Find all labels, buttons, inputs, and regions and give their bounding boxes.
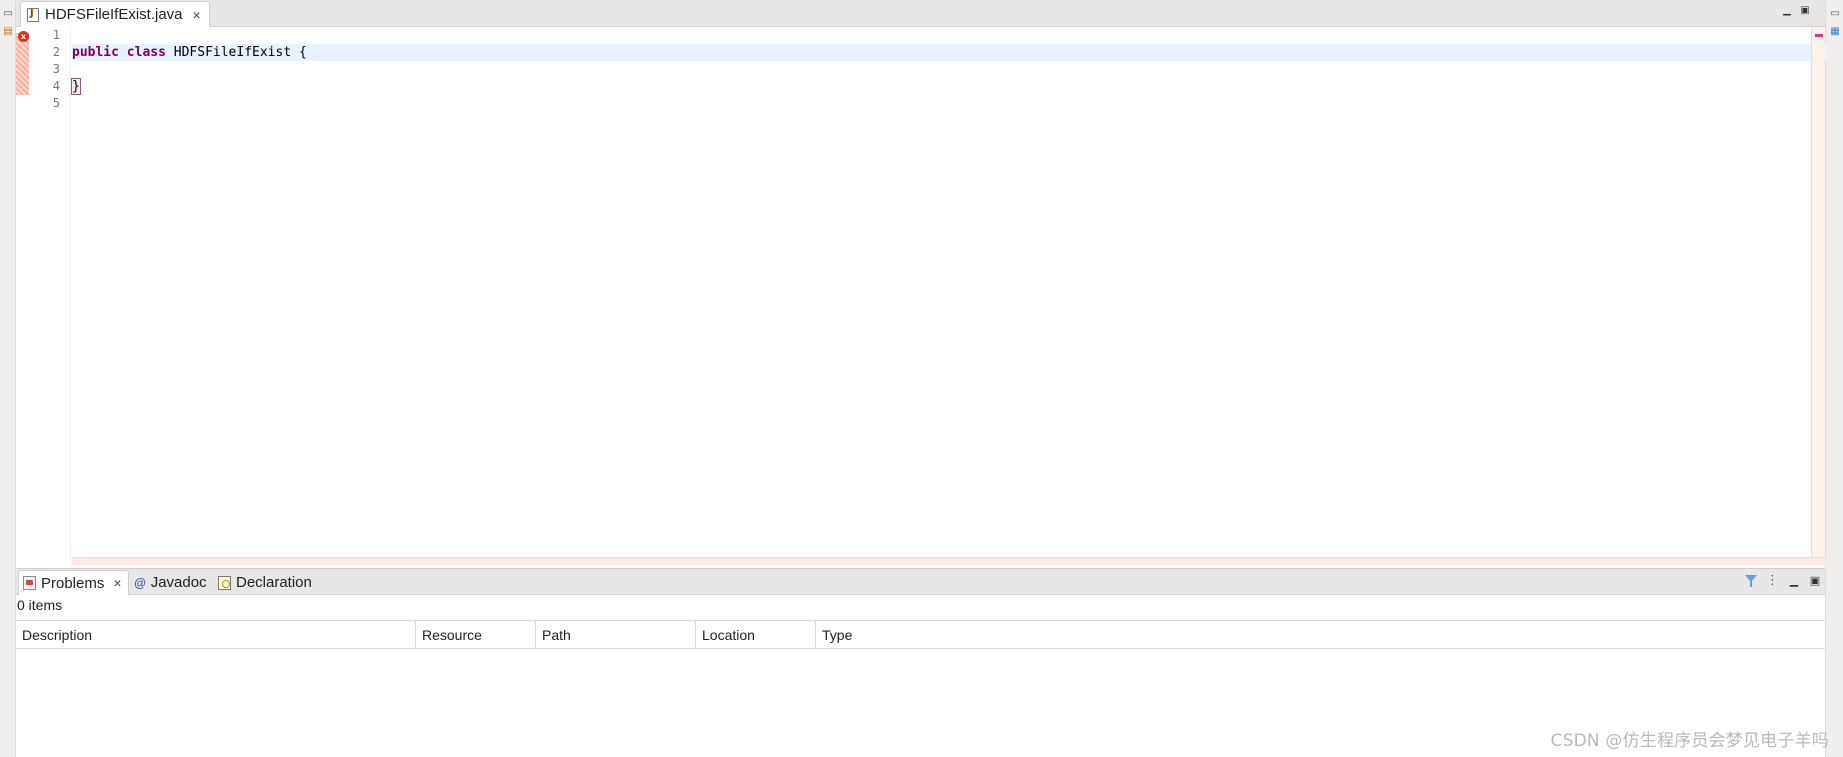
java-editor: HDFSFileIfExist.java × ▁ ▣ x 1 2 3 4 5 p…	[16, 0, 1827, 565]
java-file-icon	[27, 7, 39, 22]
declaration-icon	[218, 575, 231, 590]
filter-icon[interactable]	[1745, 574, 1757, 588]
restore-icon[interactable]: ▭	[2, 8, 14, 20]
at-icon: @	[134, 575, 146, 590]
minimize-icon[interactable]: ▁	[1788, 575, 1800, 587]
error-range-marker	[16, 33, 29, 95]
left-trim-bar: ▭ ▤	[0, 0, 16, 757]
editor-tab-bar: HDFSFileIfExist.java × ▁ ▣	[16, 0, 1825, 27]
maximize-icon[interactable]: ▣	[1809, 575, 1821, 587]
tab-label: Problems	[41, 574, 105, 592]
editor-tab-hdfsfileifexist[interactable]: HDFSFileIfExist.java ×	[20, 1, 210, 27]
column-type[interactable]: Type	[816, 621, 1825, 649]
problems-table-header: Description Resource Path Location Type	[16, 620, 1825, 649]
items-count: 0 items	[17, 597, 63, 613]
line-number: 1	[52, 28, 60, 42]
line-number: 4	[52, 79, 60, 93]
closing-brace: }	[71, 78, 81, 95]
error-overview-marker[interactable]	[1815, 34, 1823, 37]
code-line-2[interactable]: public class HDFSFileIfExist {	[72, 44, 307, 61]
view-toolbar: ⋮ ▁ ▣	[1745, 574, 1821, 588]
horizontal-scrollbar[interactable]	[72, 557, 1827, 565]
overview-ruler[interactable]	[1811, 27, 1825, 565]
outline-icon[interactable]: ▦	[1829, 26, 1841, 38]
error-icon[interactable]: x	[18, 31, 29, 42]
right-trim-bar: ▭ ▦	[1825, 0, 1843, 757]
column-location[interactable]: Location	[696, 621, 816, 649]
editor-tab-label: HDFSFileIfExist.java	[45, 6, 183, 23]
column-resource[interactable]: Resource	[416, 621, 536, 649]
close-icon[interactable]: ×	[113, 575, 121, 591]
keyword-public: public	[72, 45, 119, 60]
view-tab-bar: Problems × @ Javadoc Declaration ⋮ ▁ ▣	[16, 569, 1825, 595]
column-description[interactable]: Description	[16, 621, 416, 649]
problems-icon	[23, 576, 36, 590]
line-number: 2	[52, 45, 60, 59]
maximize-icon[interactable]: ▣	[1799, 6, 1811, 18]
minimize-icon[interactable]: ▁	[1781, 6, 1793, 18]
annotation-ruler: x	[16, 27, 29, 565]
line-number-gutter: 1 2 3 4 5	[29, 27, 71, 565]
current-line-highlight	[72, 44, 1827, 61]
package-explorer-icon[interactable]: ▤	[2, 26, 14, 38]
restore-icon[interactable]: ▭	[1829, 8, 1841, 20]
line-number: 3	[52, 62, 60, 76]
column-path[interactable]: Path	[536, 621, 696, 649]
class-name: HDFSFileIfExist {	[165, 45, 307, 60]
tab-problems[interactable]: Problems ×	[18, 570, 129, 595]
code-text-area[interactable]: public class HDFSFileIfExist { }	[71, 27, 1827, 559]
line-number: 5	[52, 96, 60, 110]
tab-label: Declaration	[236, 574, 312, 591]
view-menu-icon[interactable]: ⋮	[1766, 574, 1779, 587]
keyword-class: class	[126, 45, 166, 60]
tab-declaration[interactable]: Declaration	[214, 570, 318, 595]
watermark: CSDN @仿生程序员会梦见电子羊吗	[1550, 731, 1829, 751]
close-icon[interactable]: ×	[193, 8, 201, 22]
tab-label: Javadoc	[150, 574, 207, 591]
code-line-4[interactable]: }	[71, 78, 81, 95]
tab-javadoc[interactable]: @ Javadoc	[130, 570, 213, 595]
